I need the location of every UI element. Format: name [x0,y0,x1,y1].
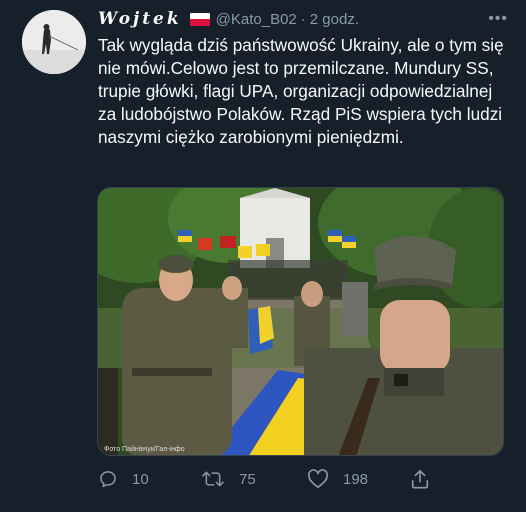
photo-image [98,188,503,455]
tweet: Wojtek @Kato_B02 · 2 godz. ••• Tak wyglą… [0,0,526,512]
avatar[interactable] [22,10,86,74]
reply-icon [100,471,116,488]
share-icon [411,470,429,489]
heart-icon [307,469,329,488]
photo-credit: Фото Пайнівчук/Гал-інфо [104,446,185,453]
retweet-icon [202,471,224,487]
timestamp[interactable]: 2 godz. [310,11,359,28]
tweet-photo[interactable]: Фото Пайнівчук/Гал-інфо [97,187,504,456]
share-button[interactable] [410,466,444,492]
tweet-actions: 10 75 198 [98,466,510,492]
tweet-text: Tak wygląda dziś państwowość Ukrainy, al… [98,35,504,147]
like-button[interactable]: 198 [307,466,368,492]
retweet-count: 75 [239,470,256,488]
tweet-header: Wojtek @Kato_B02 · 2 godz. ••• [98,8,508,30]
more-options-icon[interactable]: ••• [488,8,508,30]
reply-count: 10 [132,470,149,488]
poland-flag-icon [189,12,210,26]
separator-dot: · [300,10,306,28]
retweet-button[interactable]: 75 [201,466,256,492]
reply-button[interactable]: 10 [98,466,149,492]
user-handle[interactable]: @Kato_B02 [216,11,297,28]
display-name[interactable]: Wojtek [98,9,182,29]
like-count: 198 [343,470,369,488]
